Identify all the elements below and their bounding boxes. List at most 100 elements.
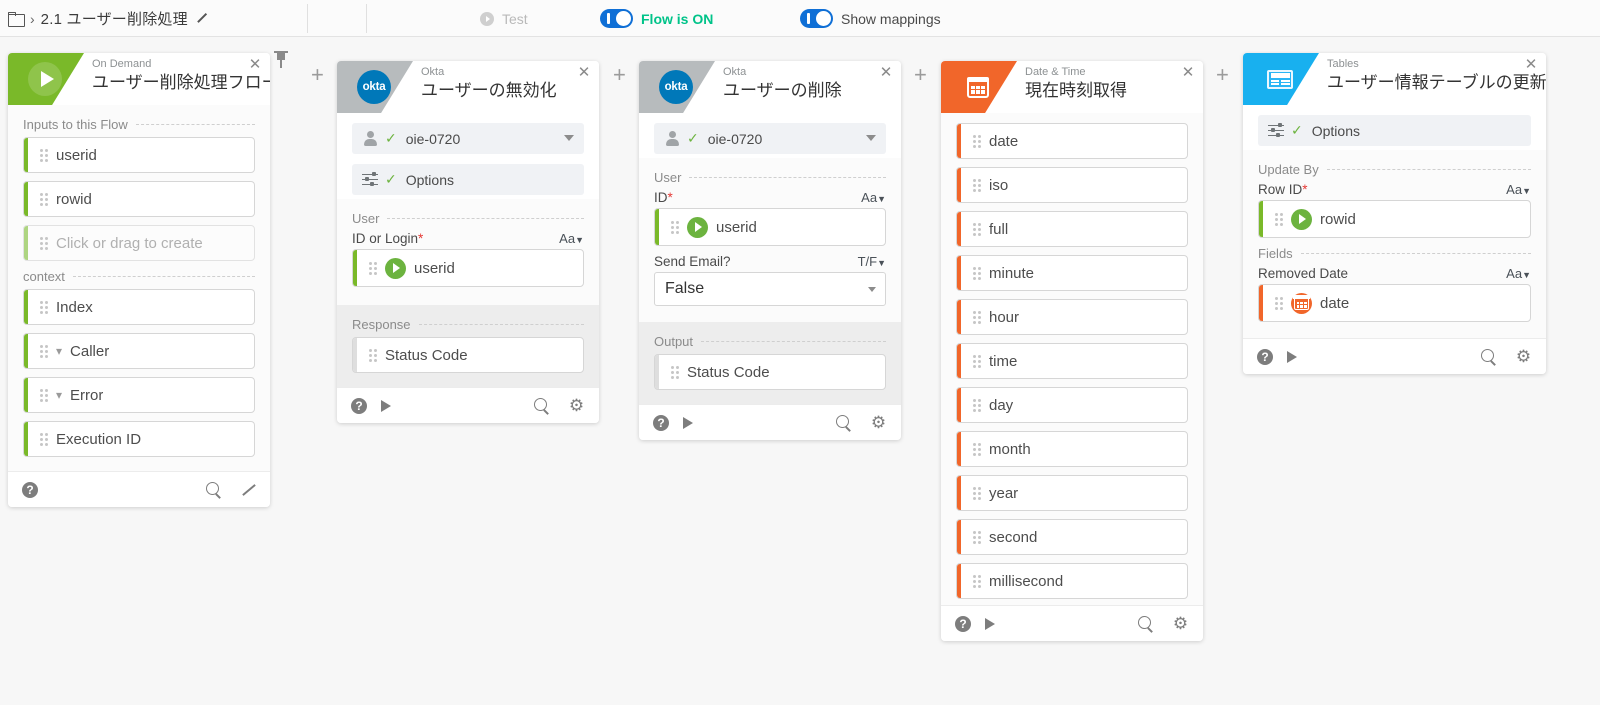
card-datetime-now[interactable]: Date & Time 現在時刻取得 ✕ date iso full: [941, 61, 1203, 641]
help-icon[interactable]: ?: [351, 398, 367, 414]
chevron-down-icon[interactable]: [866, 135, 876, 141]
drag-handle-icon[interactable]: [669, 365, 681, 379]
flow-on-toggle[interactable]: Flow is ON: [600, 0, 800, 37]
field-type-selector[interactable]: Aa▼: [1506, 266, 1531, 281]
output-item-day[interactable]: day: [956, 387, 1188, 423]
close-icon[interactable]: ✕: [576, 65, 592, 81]
drag-handle-icon[interactable]: [38, 192, 50, 206]
field-value-userid[interactable]: userid: [352, 249, 584, 287]
drag-handle-icon[interactable]: [669, 220, 681, 234]
chevron-down-icon[interactable]: [564, 135, 574, 141]
output-item-full[interactable]: full: [956, 211, 1188, 247]
output-item-year[interactable]: year: [956, 475, 1188, 511]
search-icon[interactable]: [1138, 616, 1154, 632]
show-mappings-toggle[interactable]: Show mappings: [800, 0, 1020, 37]
drag-handle-icon[interactable]: [38, 432, 50, 446]
options-row[interactable]: ✓ Options: [1258, 115, 1531, 146]
drag-handle-icon[interactable]: [971, 486, 983, 500]
output-item-iso[interactable]: iso: [956, 167, 1188, 203]
add-card-connector-3[interactable]: +: [914, 64, 927, 86]
gear-icon[interactable]: ⚙: [568, 397, 585, 414]
field-type-selector[interactable]: Aa▼: [559, 231, 584, 246]
card-flow-trigger[interactable]: On Demand ユーザー削除処理フロー ✕ Inputs to this F…: [8, 53, 270, 507]
output-item-status-code[interactable]: Status Code: [654, 354, 886, 390]
pencil-icon[interactable]: [240, 482, 256, 498]
drag-handle-icon[interactable]: [971, 530, 983, 544]
connection-selector[interactable]: ✓ oie-0720: [352, 123, 584, 154]
gear-icon[interactable]: ⚙: [870, 414, 887, 431]
drag-handle-icon[interactable]: [1273, 296, 1285, 310]
field-type-selector[interactable]: Aa▼: [861, 190, 886, 205]
search-icon[interactable]: [1481, 349, 1497, 365]
context-item-caller[interactable]: ▾ Caller: [23, 333, 255, 369]
output-item-time[interactable]: time: [956, 343, 1188, 379]
drag-handle-icon[interactable]: [38, 300, 50, 314]
add-card-connector-2[interactable]: +: [613, 64, 626, 86]
drag-handle-icon[interactable]: [971, 574, 983, 588]
output-item-month[interactable]: month: [956, 431, 1188, 467]
help-icon[interactable]: ?: [1257, 349, 1273, 365]
close-icon[interactable]: ✕: [247, 57, 263, 73]
toggle-switch-icon-2[interactable]: [800, 9, 833, 28]
drag-handle-icon[interactable]: [367, 261, 379, 275]
search-icon[interactable]: [534, 398, 550, 414]
drag-handle-icon[interactable]: [971, 222, 983, 236]
add-card-connector-4[interactable]: +: [1216, 64, 1229, 86]
help-icon[interactable]: ?: [22, 482, 38, 498]
close-icon[interactable]: ✕: [878, 65, 894, 81]
options-row[interactable]: ✓ Options: [352, 164, 584, 195]
drag-handle-icon[interactable]: [1273, 212, 1285, 226]
test-button[interactable]: Test: [480, 0, 600, 37]
pin-icon[interactable]: [274, 51, 288, 69]
context-item-execution-id[interactable]: Execution ID: [23, 421, 255, 457]
output-item-date[interactable]: date: [956, 123, 1188, 159]
field-value-date[interactable]: date: [1258, 284, 1531, 322]
drag-handle-icon[interactable]: [38, 148, 50, 162]
chevron-down-icon[interactable]: ▾: [56, 388, 62, 402]
drag-handle-icon[interactable]: [971, 310, 983, 324]
context-item-error[interactable]: ▾ Error: [23, 377, 255, 413]
drag-handle-icon[interactable]: [38, 388, 50, 402]
drag-handle-icon[interactable]: [971, 354, 983, 368]
toggle-switch-icon[interactable]: [600, 9, 633, 28]
field-type-selector[interactable]: T/F▼: [858, 254, 886, 269]
chevron-down-icon[interactable]: [868, 287, 876, 292]
drag-handle-icon[interactable]: [38, 236, 50, 250]
run-icon[interactable]: [683, 417, 693, 429]
drag-handle-icon[interactable]: [971, 266, 983, 280]
output-item-minute[interactable]: minute: [956, 255, 1188, 291]
card-okta-delete-user[interactable]: okta Okta ユーザーの削除 ✕ ✓ oie-0720 User ID*: [639, 61, 901, 440]
chevron-down-icon[interactable]: ▾: [56, 344, 62, 358]
output-item-second[interactable]: second: [956, 519, 1188, 555]
run-icon[interactable]: [1287, 351, 1297, 363]
connection-selector[interactable]: ✓ oie-0720: [654, 123, 886, 154]
search-icon[interactable]: [836, 415, 852, 431]
output-item-millisecond[interactable]: millisecond: [956, 563, 1188, 599]
drag-handle-icon[interactable]: [367, 348, 379, 362]
gear-icon[interactable]: ⚙: [1515, 348, 1532, 365]
close-icon[interactable]: ✕: [1523, 57, 1539, 73]
folder-icon[interactable]: [8, 12, 24, 25]
drag-handle-icon[interactable]: [971, 398, 983, 412]
output-item-status-code[interactable]: Status Code: [352, 337, 584, 373]
search-icon[interactable]: [206, 482, 222, 498]
edit-flow-name-icon[interactable]: [196, 13, 207, 24]
output-item-hour[interactable]: hour: [956, 299, 1188, 335]
close-icon[interactable]: ✕: [1180, 65, 1196, 81]
field-type-selector[interactable]: Aa▼: [1506, 182, 1531, 197]
run-icon[interactable]: [381, 400, 391, 412]
card-okta-deactivate-user[interactable]: okta Okta ユーザーの無効化 ✕ ✓ oie-0720 ✓ O: [337, 61, 599, 423]
help-icon[interactable]: ?: [955, 616, 971, 632]
input-item-rowid[interactable]: rowid: [23, 181, 255, 217]
help-icon[interactable]: ?: [653, 415, 669, 431]
drag-handle-icon[interactable]: [971, 442, 983, 456]
context-item-index[interactable]: Index: [23, 289, 255, 325]
field-value-userid[interactable]: userid: [654, 208, 886, 246]
input-item-create-new[interactable]: Click or drag to create: [23, 225, 255, 261]
gear-icon[interactable]: ⚙: [1172, 615, 1189, 632]
drag-handle-icon[interactable]: [971, 134, 983, 148]
add-card-connector-1[interactable]: +: [311, 64, 324, 86]
input-item-userid[interactable]: userid: [23, 137, 255, 173]
run-icon[interactable]: [985, 618, 995, 630]
drag-handle-icon[interactable]: [38, 344, 50, 358]
